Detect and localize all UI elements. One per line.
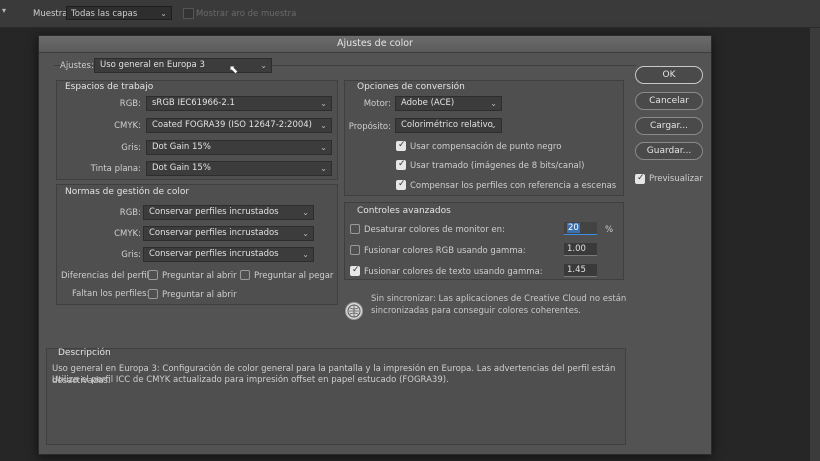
sync-status-line1: Sin sincronizar: Las aplicaciones de Cre… (371, 294, 627, 304)
sample-label: Muestra: (33, 9, 71, 19)
color-management-policies-group (56, 184, 338, 305)
show-sampling-ring-checkbox[interactable] (183, 8, 194, 19)
description-group (46, 348, 626, 445)
chevron-down-icon: ⌄ (160, 9, 167, 18)
policy-rgb-select[interactable]: Conservar perfiles incrustados ⌄ (143, 205, 314, 220)
engine-label: Motor: (363, 99, 391, 109)
chevron-down-icon: ⌄ (302, 229, 309, 238)
mismatch-ask-paste-checkbox[interactable] (240, 270, 250, 280)
policy-gray-select[interactable]: Conservar perfiles incrustados ⌄ (143, 247, 314, 262)
chevron-down-icon: ⌄ (490, 121, 497, 130)
sample-select-value: Todas las capas (71, 9, 138, 19)
ws-rgb-label: RGB: (119, 99, 141, 109)
conversion-title: Opciones de conversión (357, 82, 465, 92)
engine-select[interactable]: Adobe (ACE) ⌄ (395, 96, 502, 111)
missing-ask-open-checkbox[interactable] (148, 289, 158, 299)
ws-rgb-value: sRGB IEC61966-2.1 (152, 98, 235, 108)
profile-mismatch-label: Diferencias del perfil: (61, 271, 152, 281)
blend-text-value: 1.45 (567, 265, 586, 275)
load-button[interactable]: Cargar... (635, 117, 703, 135)
desaturate-value: 20 (567, 223, 580, 233)
policy-rgb-value: Conservar perfiles incrustados (149, 207, 279, 217)
advanced-title: Controles avanzados (357, 206, 451, 216)
right-panel-edge (810, 28, 820, 461)
intent-value: Colorimétrico relativo (401, 120, 493, 130)
description-title: Descripción (58, 348, 111, 358)
chevron-down-icon: ⌄ (320, 121, 327, 130)
dialog-titlebar[interactable]: Ajustes de color (39, 36, 711, 53)
blend-rgb-checkbox[interactable] (350, 245, 360, 255)
color-settings-dialog: Ajustes de color Ajustes: Uso general en… (38, 35, 712, 455)
dither-checkbox[interactable] (396, 159, 406, 170)
ws-spot-label: Tinta plana: (90, 164, 141, 174)
blend-text-label: Fusionar colores de texto usando gamma: (364, 267, 543, 277)
chevron-down-icon: ⌄ (302, 250, 309, 259)
working-spaces-title: Espacios de trabajo (65, 82, 154, 92)
engine-value: Adobe (ACE) (401, 98, 455, 108)
policy-rgb-label: RGB: (119, 208, 141, 218)
policy-gray-value: Conservar perfiles incrustados (149, 249, 279, 259)
options-bar: ▾ Muestra: Todas las capas ⌄ Mostrar aro… (0, 0, 820, 28)
mismatch-ask-paste-label: Preguntar al pegar (254, 271, 334, 281)
dither-label: Usar tramado (imágenes de 8 bits/canal) (410, 161, 585, 171)
save-button[interactable]: Guardar... (635, 142, 703, 160)
tool-preset-dropdown[interactable]: ▾ (2, 6, 16, 20)
policy-gray-label: Gris: (121, 250, 141, 260)
sync-status-icon (345, 302, 363, 320)
description-line2: Utiliza el perfil ICC de CMYK actualizad… (52, 375, 449, 385)
preview-label: Previsualizar (649, 174, 703, 184)
chevron-down-icon: ⌄ (302, 208, 309, 217)
blend-rgb-input[interactable]: 1.00 (564, 243, 597, 256)
ws-cmyk-select[interactable]: Coated FOGRA39 (ISO 12647-2:2004) ⌄ (146, 118, 332, 133)
black-point-label: Usar compensación de punto negro (410, 142, 562, 152)
dialog-title: Ajustes de color (337, 38, 413, 49)
desaturate-input[interactable]: 20 (564, 222, 597, 235)
show-sampling-ring-label: Mostrar aro de muestra (196, 9, 297, 19)
black-point-checkbox[interactable] (396, 140, 406, 151)
policy-cmyk-select[interactable]: Conservar perfiles incrustados ⌄ (143, 226, 314, 241)
chevron-down-icon: ⌄ (260, 61, 267, 70)
cancel-button[interactable]: Cancelar (635, 92, 703, 110)
settings-select-value: Uso general en Europa 3 (100, 60, 205, 70)
chevron-down-icon: ⌄ (320, 164, 327, 173)
ws-cmyk-label: CMYK: (114, 121, 141, 131)
mouse-cursor-icon: ⬉ (229, 63, 239, 76)
mismatch-ask-open-label: Preguntar al abrir (162, 271, 237, 281)
missing-ask-open-label: Preguntar al abrir (162, 290, 237, 300)
intent-select[interactable]: Colorimétrico relativo ⌄ (395, 118, 502, 133)
intent-label: Propósito: (348, 122, 391, 132)
ws-cmyk-value: Coated FOGRA39 (ISO 12647-2:2004) (152, 120, 313, 130)
missing-profiles-label: Faltan los perfiles: (72, 289, 150, 299)
chevron-down-icon: ⌄ (320, 99, 327, 108)
sync-status-line2: sincronizadas para conseguir colores coh… (371, 306, 581, 316)
ws-gray-value: Dot Gain 15% (152, 142, 211, 152)
scene-referred-checkbox[interactable] (396, 179, 406, 190)
blend-rgb-label: Fusionar colores RGB usando gamma: (364, 246, 526, 256)
preview-checkbox[interactable] (635, 173, 645, 184)
desaturate-label: Desaturar colores de monitor en: (364, 225, 505, 235)
blend-text-checkbox[interactable] (350, 265, 360, 276)
chevron-down-icon: ⌄ (320, 143, 327, 152)
ws-rgb-select[interactable]: sRGB IEC61966-2.1 ⌄ (146, 96, 332, 111)
mismatch-ask-open-checkbox[interactable] (148, 270, 158, 280)
settings-label: Ajustes: (60, 61, 94, 71)
desaturate-checkbox[interactable] (350, 224, 360, 234)
ok-button[interactable]: OK (635, 66, 703, 84)
ws-spot-value: Dot Gain 15% (152, 163, 211, 173)
scene-referred-label: Compensar los perfiles con referencia a … (410, 181, 617, 191)
blend-text-input[interactable]: 1.45 (564, 264, 597, 277)
policy-cmyk-value: Conservar perfiles incrustados (149, 228, 279, 238)
percent-unit: % (605, 225, 614, 235)
policies-title: Normas de gestión de color (65, 187, 190, 197)
ws-gray-label: Gris: (121, 143, 141, 153)
blend-rgb-value: 1.00 (567, 244, 586, 254)
policy-cmyk-label: CMYK: (114, 229, 141, 239)
ws-spot-select[interactable]: Dot Gain 15% ⌄ (146, 161, 332, 176)
ws-gray-select[interactable]: Dot Gain 15% ⌄ (146, 140, 332, 155)
chevron-down-icon: ⌄ (490, 99, 497, 108)
settings-select[interactable]: Uso general en Europa 3 ⌄ (94, 58, 272, 73)
sample-select[interactable]: Todas las capas ⌄ (66, 6, 172, 20)
